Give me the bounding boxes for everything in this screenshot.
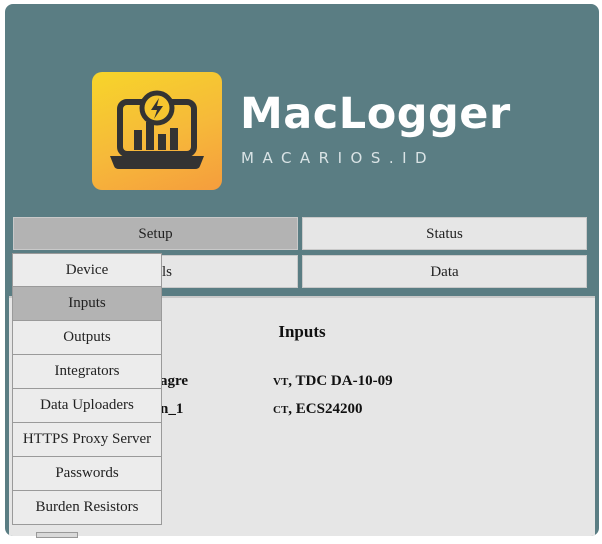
input-row-1-sep: , [288,373,293,389]
nav-status-button[interactable]: Status [302,217,587,250]
maclogger-logo-icon [92,72,222,190]
brand-subtitle: MACARIOS.ID [241,149,436,167]
input-row-2-sep: , [288,401,293,417]
input-row-1-name: agre [160,373,189,389]
menu-item-burden-resistors[interactable]: Burden Resistors [12,491,162,525]
menu-item-inputs[interactable]: Inputs [12,287,162,321]
menu-item-https-proxy-server[interactable]: HTTPS Proxy Server [12,423,162,457]
menu-item-integrators[interactable]: Integrators [12,355,162,389]
input-row-1-sensor: VT, TDC DA-10-09 [273,373,393,390]
partial-button-stub[interactable] [36,532,78,538]
input-row-2-type: CT [273,404,289,416]
menu-item-device[interactable]: Device [12,253,162,287]
menu-item-data-uploaders[interactable]: Data Uploaders [12,389,162,423]
laptop-bar-chart-lightning-icon [110,90,204,169]
nav-setup-button[interactable]: Setup [13,217,298,250]
menu-item-outputs[interactable]: Outputs [12,321,162,355]
nav-data-button[interactable]: Data [302,255,587,288]
input-row-2-name: n_1 [160,401,184,417]
brand-title: MacLogger [240,89,511,139]
menu-item-passwords[interactable]: Passwords [12,457,162,491]
input-row-1-value: TDC DA-10-09 [295,373,393,389]
setup-dropdown-menu: Device Inputs Outputs Integrators Data U… [12,253,162,525]
input-row-2-sensor: CT, ECS24200 [273,401,362,418]
input-row-1-type: VT [273,376,289,388]
input-row-2-value: ECS24200 [295,401,363,417]
nav-hidden-left-label: ls [162,264,173,280]
